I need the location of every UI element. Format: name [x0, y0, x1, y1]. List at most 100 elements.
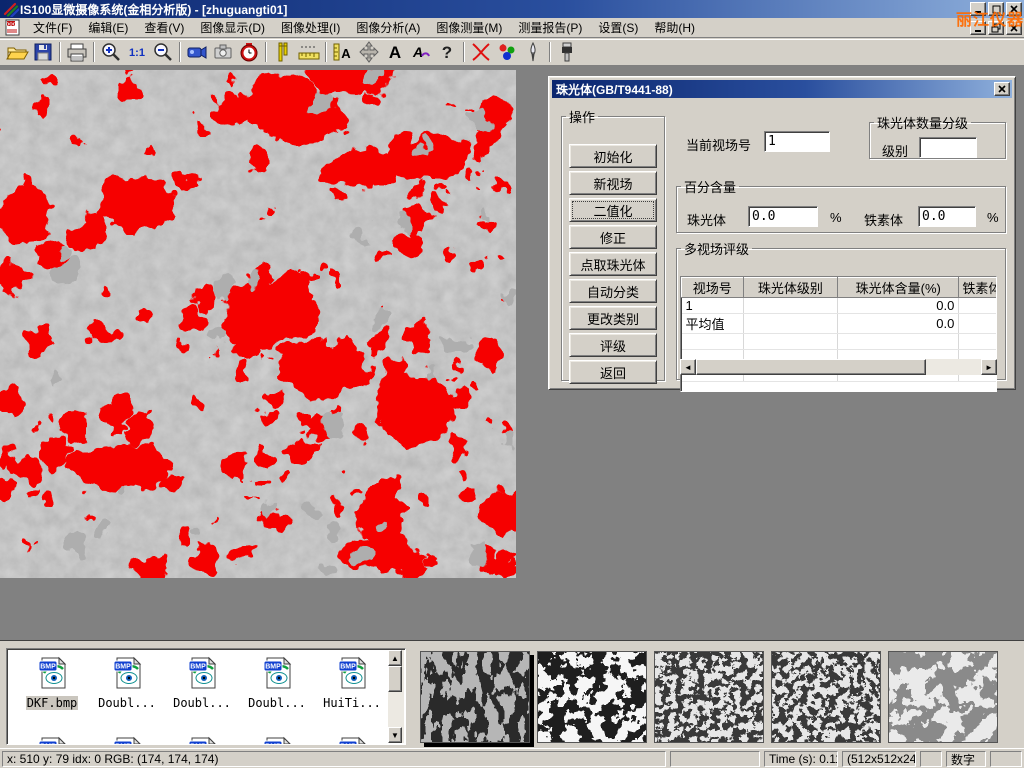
pen-tool-icon[interactable] [520, 40, 546, 64]
minimize-button[interactable] [970, 2, 986, 16]
mdi-minimize-button[interactable] [970, 21, 986, 35]
menu-item-4[interactable]: 图像显示(D) [192, 17, 273, 38]
mdi-close-button[interactable] [1006, 21, 1022, 35]
menu-item-8[interactable]: 测量报告(P) [510, 17, 590, 38]
bmp-file-icon: BMP [165, 655, 239, 694]
grading-group: 珠光体数量分级 级别 [869, 113, 1006, 159]
scrollbar-thumb[interactable] [696, 359, 926, 375]
op-button-4[interactable]: 修正 [569, 225, 657, 249]
preview-thumbnail-5[interactable] [888, 651, 998, 743]
move-cross-icon[interactable] [356, 40, 382, 64]
status-mode: 数字 [946, 751, 986, 767]
table-header-4[interactable]: 铁素体含量(%) [959, 278, 997, 298]
maximize-button[interactable] [988, 2, 1004, 16]
timer-icon[interactable] [236, 40, 262, 64]
file-item-Doubl[interactable]: BMPDoubl... [165, 655, 239, 712]
table-row[interactable] [682, 334, 998, 350]
file-item-DKFbmp[interactable]: BMPDKF.bmp [15, 655, 89, 712]
svg-text:A: A [389, 43, 401, 62]
svg-text:BMP: BMP [40, 744, 56, 746]
op-button-2[interactable]: 新视场 [569, 171, 657, 195]
file-item-partial[interactable]: BMP [90, 735, 164, 745]
file-vscrollbar[interactable]: ▲ ▼ [388, 650, 404, 743]
open-folder-icon[interactable] [4, 40, 30, 64]
svg-text:BMP: BMP [40, 664, 56, 671]
window-title: IS100显微摄像系统(金相分析版) - [zhuguangti01] [20, 1, 287, 18]
scroll-right-icon[interactable]: ► [981, 359, 997, 375]
current-view-label: 当前视场号 [686, 135, 751, 154]
preview-thumbnail-2[interactable] [537, 651, 647, 743]
table-row[interactable]: 10.0 [682, 298, 998, 314]
preview-thumbnail-3[interactable] [654, 651, 764, 743]
table-header-2[interactable]: 珠光体级别 [743, 278, 838, 298]
preview-thumbnail-4[interactable] [771, 651, 881, 743]
op-button-1[interactable]: 初始化 [569, 144, 657, 168]
menu-item-1[interactable]: 文件(F) [25, 17, 80, 38]
print-icon[interactable] [64, 40, 90, 64]
curve-tool-icon[interactable] [468, 40, 494, 64]
op-button-9[interactable]: 返回 [569, 360, 657, 384]
file-item-partial[interactable]: BMP [240, 735, 314, 745]
video-camera-icon[interactable] [184, 40, 210, 64]
svg-text:BMP: BMP [265, 664, 281, 671]
operations-group: 操作 初始化新视场二值化修正点取珠光体自动分类更改类别评级返回 [561, 107, 665, 381]
table-header-1[interactable]: 视场号 [682, 278, 744, 298]
brush-icon[interactable] [554, 40, 580, 64]
zoom-in-icon[interactable] [98, 40, 124, 64]
count-balls-icon[interactable] [494, 40, 520, 64]
measure-text-icon[interactable]: A [330, 40, 356, 64]
grade-input[interactable] [919, 137, 977, 158]
table-row[interactable]: 平均值0.0 [682, 314, 998, 334]
table-cell [743, 334, 838, 350]
op-button-5[interactable]: 点取珠光体 [569, 252, 657, 276]
scroll-up-icon[interactable]: ▲ [388, 650, 402, 666]
actual-size-icon[interactable]: 1:1 [124, 40, 150, 64]
mdi-restore-button[interactable] [988, 21, 1004, 35]
help-icon[interactable]: ? [434, 40, 460, 64]
table-hscrollbar[interactable]: ◄ ► [680, 359, 997, 375]
menu-item-3[interactable]: 查看(V) [136, 17, 192, 38]
file-item-HuiTi[interactable]: BMPHuiTi... [315, 655, 389, 712]
current-view-input[interactable] [764, 131, 830, 152]
file-item-partial[interactable]: BMP [165, 735, 239, 745]
file-name: Doubl... [247, 696, 307, 710]
menu-item-9[interactable]: 设置(S) [590, 17, 646, 38]
menu-item-2[interactable]: 编辑(E) [80, 17, 136, 38]
scrollbar-thumb[interactable] [388, 666, 402, 692]
styled-text-icon[interactable]: A [408, 40, 434, 64]
scroll-down-icon[interactable]: ▼ [388, 727, 402, 743]
pearlite-percent-input[interactable] [748, 206, 818, 227]
op-button-6[interactable]: 自动分类 [569, 279, 657, 303]
svg-text:?: ? [442, 43, 452, 62]
scroll-left-icon[interactable]: ◄ [680, 359, 696, 375]
bmp-file-icon: BMP [90, 735, 164, 745]
menu-item-5[interactable]: 图像处理(I) [273, 17, 348, 38]
dialog-close-icon[interactable] [994, 82, 1010, 96]
ferrite-percent-input[interactable] [918, 206, 976, 227]
op-button-8[interactable]: 评级 [569, 333, 657, 357]
close-button[interactable] [1006, 2, 1022, 16]
op-button-7[interactable]: 更改类别 [569, 306, 657, 330]
file-item-partial[interactable]: BMP [15, 735, 89, 745]
table-cell [959, 314, 997, 334]
preview-thumbnail-1[interactable] [420, 651, 530, 743]
file-item-Doubl[interactable]: BMPDoubl... [90, 655, 164, 712]
table-header-3[interactable]: 珠光体含量(%) [838, 278, 959, 298]
table-cell [743, 314, 838, 334]
menu-item-7[interactable]: 图像测量(M) [428, 17, 510, 38]
save-icon[interactable] [30, 40, 56, 64]
menu-item-6[interactable]: 图像分析(A) [348, 17, 428, 38]
camera-icon[interactable] [210, 40, 236, 64]
caliper-icon[interactable] [270, 40, 296, 64]
dialog-titlebar[interactable]: 珠光体(GB/T9441-88) [552, 80, 1012, 98]
file-item-partial[interactable]: BMP [315, 735, 389, 745]
ruler-icon[interactable] [296, 40, 322, 64]
text-icon[interactable]: A [382, 40, 408, 64]
micrograph-image-binarized[interactable] [0, 70, 516, 578]
zoom-out-icon[interactable] [150, 40, 176, 64]
table-cell [682, 334, 744, 350]
file-item-Doubl[interactable]: BMP Doubl... [240, 655, 314, 712]
grading-group-label: 珠光体数量分级 [874, 113, 971, 132]
op-button-3[interactable]: 二值化 [569, 198, 657, 222]
menu-item-10[interactable]: 帮助(H) [646, 17, 703, 38]
